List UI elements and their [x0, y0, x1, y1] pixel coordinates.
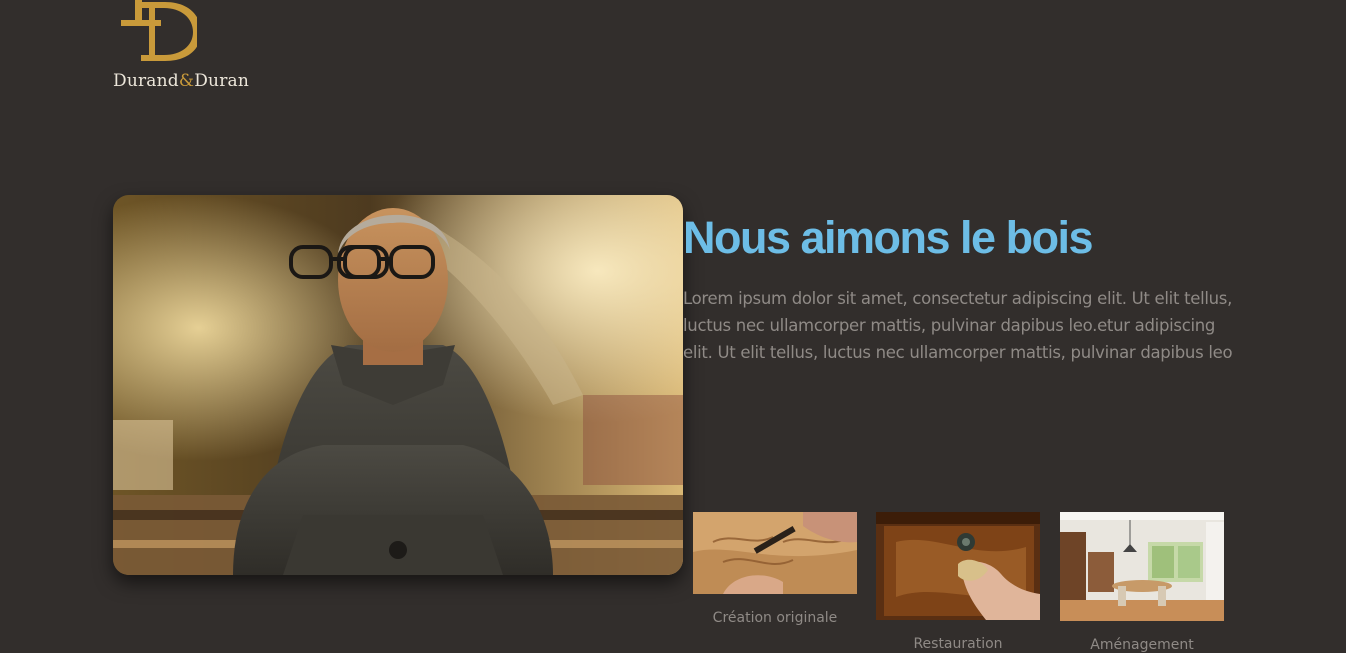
brand-logo[interactable]: Durand&Duran: [113, 0, 273, 100]
brand-name: Durand&Duran: [113, 71, 249, 91]
brand-ampersand: &: [178, 71, 195, 91]
furniture-polishing-image: [876, 512, 1040, 620]
service-card-creation[interactable]: Création originale: [693, 512, 857, 626]
dd-monogram-icon: [121, 0, 197, 61]
hero-image: [113, 195, 683, 575]
wood-carving-image: [693, 512, 857, 594]
service-card-amenagement[interactable]: Aménagement: [1060, 512, 1224, 653]
intro-paragraph: Lorem ipsum dolor sit amet, consectetur …: [683, 289, 1233, 362]
brand-name-part1: Durand: [113, 71, 179, 91]
service-label-creation: Création originale: [712, 610, 838, 626]
service-label-restauration: Restauration: [913, 636, 1003, 652]
service-card-restauration[interactable]: Restauration: [876, 512, 1040, 652]
service-label-amenagement: Aménagement: [1090, 637, 1194, 653]
brand-name-part2: Duran: [194, 71, 250, 91]
page-title: Nous aimons le bois: [683, 212, 1094, 263]
dining-room-image: [1060, 512, 1224, 621]
